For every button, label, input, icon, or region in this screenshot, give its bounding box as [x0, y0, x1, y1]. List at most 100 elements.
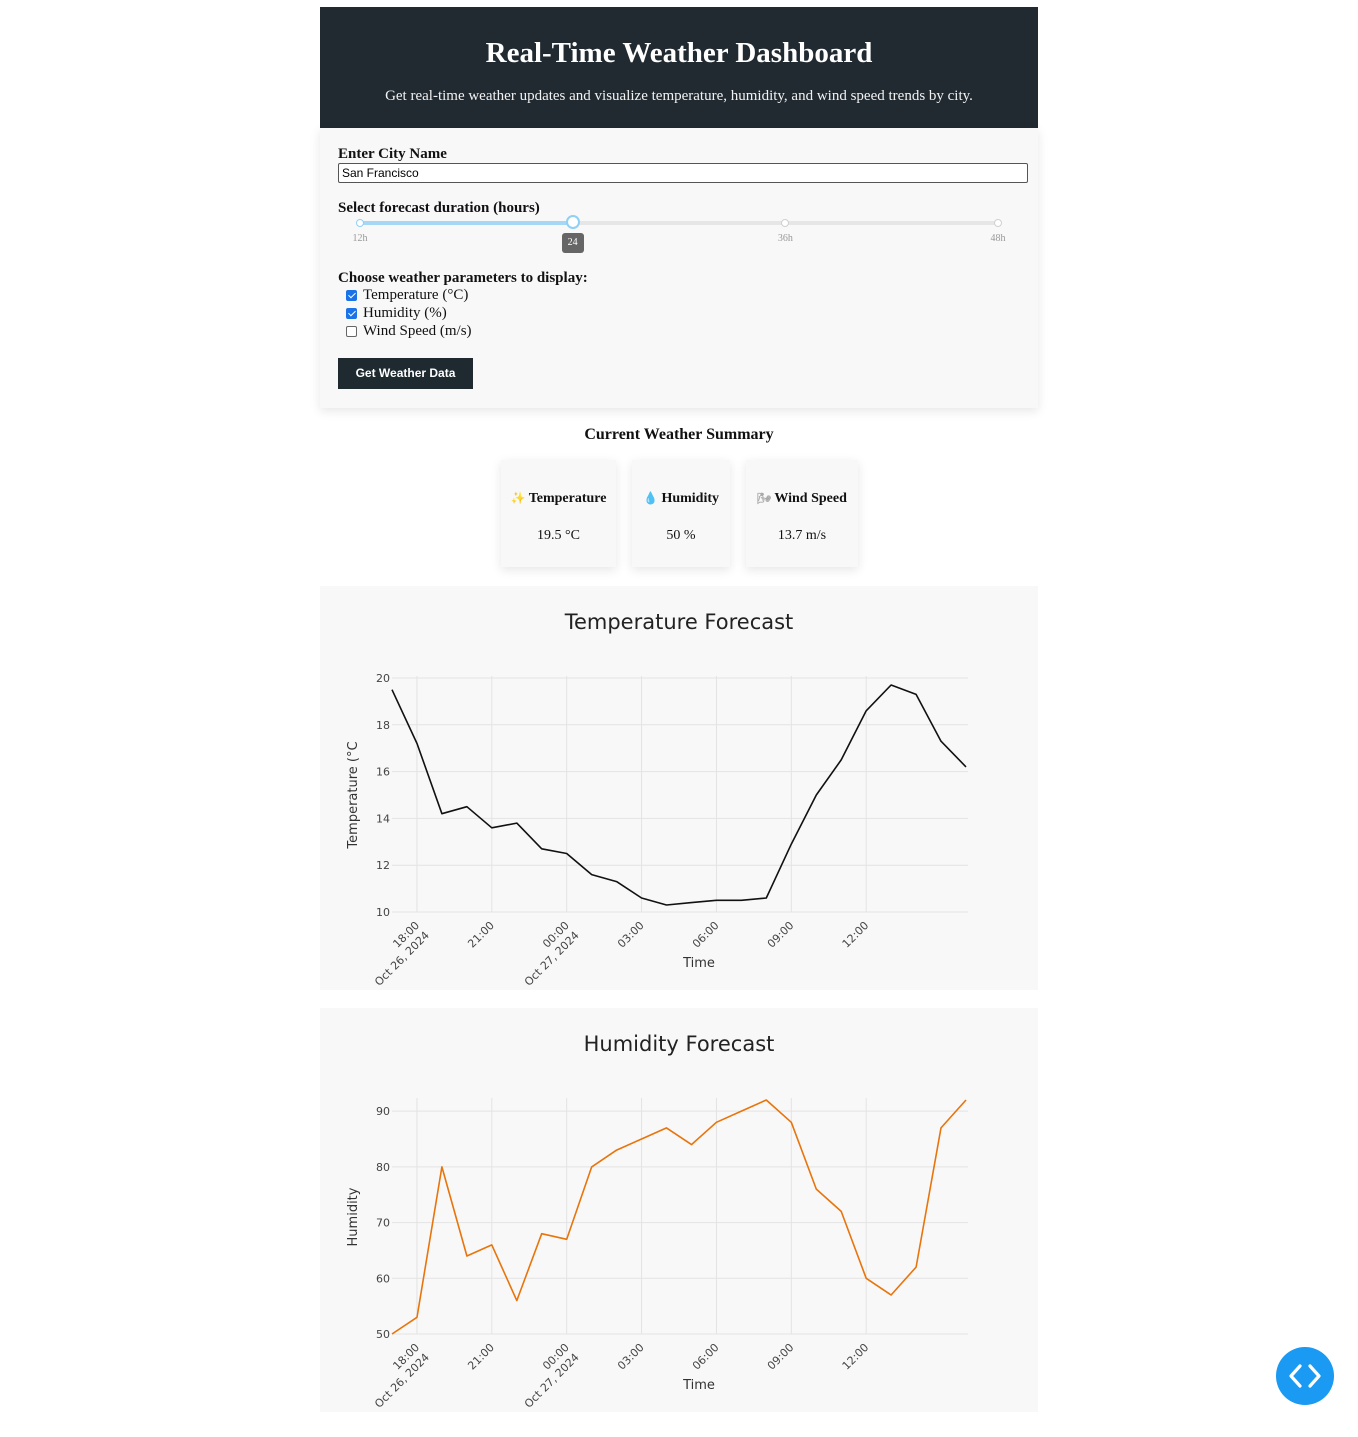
checkbox[interactable]	[346, 290, 357, 301]
summary-title: Current Weather Summary	[584, 426, 774, 443]
page-title: Real-Time Weather Dashboard	[485, 37, 873, 69]
data-point[interactable]	[713, 897, 719, 903]
data-point[interactable]	[664, 902, 670, 908]
city-label: Enter City Name	[338, 146, 447, 162]
y-tick-label: 60	[376, 1272, 390, 1285]
data-point[interactable]	[414, 1314, 420, 1320]
data-point[interactable]	[688, 900, 694, 906]
param-temperature[interactable]: Temperature (°C)	[346, 287, 468, 304]
data-point[interactable]	[464, 1253, 470, 1259]
temperature-chart: Temperature Forecast 10 12 14 16 18 20 18:00 Oc…	[320, 586, 1038, 990]
card-label: Wind Speed	[774, 491, 847, 506]
data-point[interactable]	[763, 1097, 769, 1103]
data-point[interactable]	[788, 1119, 794, 1125]
code-icon	[1289, 1364, 1321, 1388]
slider-mark-dot[interactable]	[994, 219, 1002, 227]
data-point[interactable]	[813, 1186, 819, 1192]
data-point[interactable]	[863, 708, 869, 714]
temperature-chart-svg[interactable]: 10 12 14 16 18 20 18:00Oct 26, 2024 21:00 00:00O…	[320, 586, 1038, 990]
slider-mark-label: 48h	[990, 233, 1006, 244]
x-tick-label: 12:00	[840, 1341, 872, 1373]
series-line[interactable]	[391, 1099, 967, 1335]
svg-text:09:00: 09:00	[765, 1341, 797, 1373]
x-tick-label: 21:00	[465, 919, 497, 951]
data-point[interactable]	[589, 1164, 595, 1170]
data-point[interactable]	[688, 1142, 694, 1148]
svg-text:21:00: 21:00	[465, 1341, 497, 1373]
data-point[interactable]	[913, 691, 919, 697]
data-point[interactable]	[639, 895, 645, 901]
data-point[interactable]	[489, 825, 495, 831]
data-point[interactable]	[539, 1231, 545, 1237]
data-point[interactable]	[938, 738, 944, 744]
checkbox[interactable]	[346, 308, 357, 319]
y-tick-label: 70	[376, 1217, 390, 1230]
data-point[interactable]	[738, 1108, 744, 1114]
data-point[interactable]	[863, 1275, 869, 1281]
data-point[interactable]	[614, 879, 620, 885]
data-point[interactable]	[564, 1236, 570, 1242]
checkbox[interactable]	[346, 326, 357, 337]
svg-text:12:00: 12:00	[840, 1341, 872, 1373]
param-label: Humidity (%)	[363, 305, 447, 321]
svg-text:12:00: 12:00	[840, 919, 872, 951]
data-point[interactable]	[514, 820, 520, 826]
data-point[interactable]	[888, 1292, 894, 1298]
data-point[interactable]	[888, 682, 894, 688]
slider-mark-dot[interactable]	[781, 219, 790, 227]
data-point[interactable]	[464, 804, 470, 810]
y-tick-label: 14	[376, 812, 390, 825]
data-point[interactable]	[963, 1097, 969, 1103]
param-label: Temperature (°C)	[363, 287, 469, 303]
x-tick-label: 03:00	[615, 919, 647, 951]
params-label: Choose weather parameters to display:	[338, 270, 588, 286]
data-point[interactable]	[664, 1125, 670, 1131]
param-wind-speed[interactable]: Wind Speed (m/s)	[346, 323, 472, 340]
x-tick-label: 18:00Oct 26, 2024	[372, 919, 432, 989]
data-point[interactable]	[414, 741, 420, 747]
get-weather-button[interactable]: Get Weather Data	[338, 358, 473, 389]
data-point[interactable]	[614, 1147, 620, 1153]
data-point[interactable]	[813, 792, 819, 798]
data-point[interactable]	[489, 1242, 495, 1248]
wind-speed-value: 13.7 m/s	[777, 528, 827, 543]
data-point[interactable]	[439, 1164, 445, 1170]
data-point[interactable]	[389, 1331, 395, 1337]
y-tick-label: 12	[376, 859, 390, 872]
x-tick-label: 00:00Oct 27, 2024	[522, 1341, 582, 1411]
series-line[interactable]	[391, 684, 967, 906]
data-point[interactable]	[838, 1208, 844, 1214]
param-humidity[interactable]: Humidity (%)	[346, 305, 447, 322]
slider-mark-dot[interactable]	[356, 219, 364, 227]
data-point[interactable]	[788, 841, 794, 847]
data-point[interactable]	[539, 846, 545, 852]
svg-text:03:00: 03:00	[615, 1341, 647, 1373]
data-point[interactable]	[514, 1298, 520, 1304]
data-point[interactable]	[439, 811, 445, 817]
data-point[interactable]	[713, 1119, 719, 1125]
data-point[interactable]	[589, 872, 595, 878]
data-point[interactable]	[838, 757, 844, 763]
data-point[interactable]	[938, 1125, 944, 1131]
wind-icon: 🌬	[757, 493, 772, 505]
data-point[interactable]	[763, 895, 769, 901]
y-tick-label: 50	[376, 1328, 390, 1341]
code-toggle-button[interactable]	[1276, 1347, 1334, 1405]
data-point[interactable]	[913, 1264, 919, 1270]
city-input[interactable]	[338, 163, 1028, 183]
x-tick-label: 09:00	[765, 1341, 797, 1373]
slider-handle[interactable]	[565, 215, 580, 229]
svg-text:06:00: 06:00	[690, 1341, 722, 1373]
data-point[interactable]	[639, 1136, 645, 1142]
data-point[interactable]	[963, 764, 969, 770]
data-point[interactable]	[389, 687, 395, 693]
card-title: 💧 Humidity	[632, 491, 730, 507]
humidity-chart-svg[interactable]: 50 60 70 80 90 18:00Oct 26, 2024 21:00 00:00Oct…	[320, 1008, 1038, 1412]
y-axis-title: Humidity	[346, 1187, 361, 1246]
x-tick-label: 18:00Oct 26, 2024	[372, 1341, 432, 1411]
data-point[interactable]	[564, 851, 570, 857]
page-header: Real-Time Weather Dashboard Get real-tim…	[320, 7, 1038, 128]
slider-mark-label: 12h	[352, 233, 368, 244]
slider-value-tooltip: 24	[561, 233, 584, 253]
data-point[interactable]	[738, 897, 744, 903]
